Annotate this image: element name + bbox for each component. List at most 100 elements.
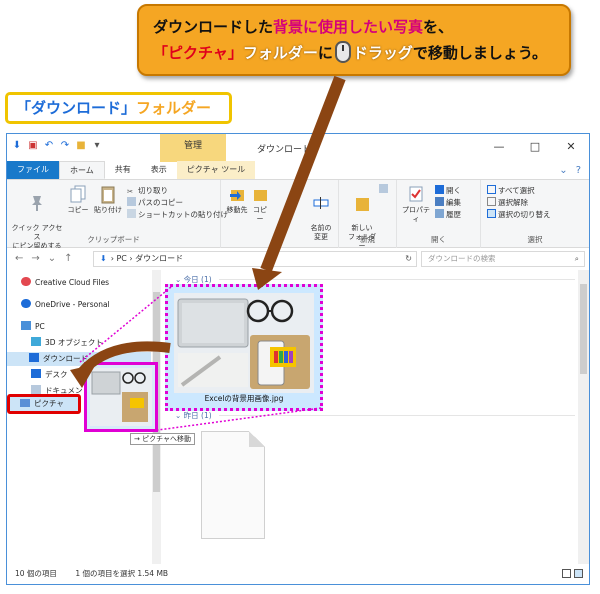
new-item-button[interactable] <box>379 184 390 196</box>
ribbon-right-controls: ⌄ ? <box>559 162 589 179</box>
photo-thumbnail <box>174 293 314 393</box>
scissors-icon: ✂ <box>127 187 134 196</box>
edit-button[interactable]: 編集 <box>435 197 461 209</box>
new-item-icon <box>379 184 388 193</box>
properties-label: プロパティ <box>402 206 430 223</box>
nav-label: OneDrive - Personal <box>35 300 110 309</box>
pin-icon <box>28 193 46 213</box>
nav-item-pictures[interactable]: ピクチャ <box>7 394 81 414</box>
drag-tooltip: → ピクチャへ移動 <box>130 433 196 445</box>
close-button[interactable]: ✕ <box>553 134 589 162</box>
ribbon-tabs: ファイル ホーム 共有 表示 ピクチャ ツール ⌄ ? <box>7 161 589 180</box>
pictures-icon <box>20 399 30 407</box>
chevron-down-icon[interactable]: ▾ <box>91 140 103 151</box>
nav-item-onedrive[interactable]: OneDrive - Personal <box>21 298 110 312</box>
invert-selection-icon <box>487 209 496 218</box>
tab-home[interactable]: ホーム <box>59 161 105 179</box>
group-label-new: 新規 <box>360 235 375 244</box>
forward-icon[interactable]: → <box>31 253 39 264</box>
large-icons-view-icon[interactable] <box>574 569 583 578</box>
up-icon[interactable]: ↑ <box>64 253 72 264</box>
selected-image-file[interactable]: Excelの背景用画像.jpg <box>165 284 323 411</box>
drag-ghost-preview <box>84 362 158 432</box>
mouse-icon <box>334 41 351 63</box>
copy-to-button[interactable]: コピー <box>251 184 269 224</box>
open-label: 開く <box>446 186 461 195</box>
item-count: 10 個の項目 <box>15 569 57 578</box>
drag-thumbnail <box>90 368 152 426</box>
search-icon: ⌕ <box>574 254 579 263</box>
tab-view[interactable]: 表示 <box>141 161 177 179</box>
folder-icon[interactable]: ■ <box>75 140 87 151</box>
nav-label: ダウンロード <box>43 354 88 363</box>
status-bar: 10 個の項目 1 個の項目を選択 1.54 MB <box>7 564 589 584</box>
callout-text: ダウンロードした <box>153 18 274 36</box>
folder-caption-word: フォルダー <box>136 99 212 117</box>
nav-label: ピクチャ <box>34 399 64 408</box>
select-none-label: 選択解除 <box>498 198 528 207</box>
address-path-text: › PC › ダウンロード <box>110 254 184 263</box>
undo-icon[interactable]: ↶ <box>43 140 55 151</box>
folder-caption: 「ダウンロード」フォルダー <box>5 92 232 124</box>
refresh-icon[interactable]: ↻ <box>405 252 412 266</box>
rename-button[interactable]: 名前の 変更 <box>307 184 335 242</box>
select-all-button[interactable]: すべて選択 <box>487 185 535 197</box>
paste-shortcut-button[interactable]: ショートカットの貼り付け <box>127 209 228 221</box>
desktop-icon <box>31 369 41 378</box>
edit-label: 編集 <box>446 198 461 207</box>
file-name: Excelの背景用画像.jpg <box>204 394 284 403</box>
open-button[interactable]: 開く <box>435 185 461 197</box>
maximize-button[interactable]: □ <box>517 134 553 162</box>
invert-selection-label: 選択の切り替え <box>498 210 551 219</box>
content-scroll-thumb[interactable] <box>580 284 587 374</box>
callout-highlight: ドラッグ <box>352 44 413 62</box>
properties-button[interactable]: プロパティ <box>401 184 431 224</box>
tab-share[interactable]: 共有 <box>105 161 141 179</box>
move-to-button[interactable]: 移動先 <box>225 184 249 215</box>
paste-button[interactable]: 貼り付け <box>93 184 123 215</box>
callout-line-2: 「ピクチャ」フォルダーに ドラッグで移動しましょう。 <box>153 40 559 66</box>
properties-icon[interactable]: ▣ <box>27 140 39 151</box>
nav-item-desktop[interactable]: デスク <box>31 368 68 382</box>
chevron-down-icon[interactable]: ⌄ <box>48 253 56 264</box>
tab-file[interactable]: ファイル <box>7 161 59 179</box>
details-view-icon[interactable] <box>562 569 571 578</box>
folder-caption-quote: 「ダウンロード」 <box>16 99 137 117</box>
nav-item-pc[interactable]: PC <box>21 320 45 334</box>
select-none-button[interactable]: 選択解除 <box>487 197 528 209</box>
copy-path-button[interactable]: パスのコピー <box>127 197 183 209</box>
down-arrow-icon[interactable]: ⬇ <box>11 140 23 151</box>
select-none-icon <box>487 197 496 206</box>
open-icon <box>435 185 444 194</box>
copy-folder-icon <box>251 184 269 204</box>
quick-access-toolbar: ⬇ ▣ ↶ ↷ ■ ▾ <box>11 140 103 151</box>
callout-line-1: ダウンロードした背景に使用したい写真を、 <box>153 14 559 40</box>
downloads-icon <box>29 353 39 362</box>
back-icon[interactable]: ← <box>15 253 23 264</box>
history-button[interactable]: 履歴 <box>435 209 461 221</box>
minimize-button[interactable]: — <box>481 134 517 162</box>
group-select: すべて選択 選択解除 選択の切り替え 選択 <box>481 180 589 248</box>
tab-picture-tools[interactable]: ピクチャ ツール <box>176 161 256 179</box>
invert-selection-button[interactable]: 選択の切り替え <box>487 209 551 221</box>
chevron-down-icon[interactable]: ⌄ <box>559 162 567 179</box>
copy-button[interactable]: コピー <box>67 184 89 215</box>
address-path[interactable]: ⬇ › PC › ダウンロード ↻ <box>93 251 417 267</box>
group-label-clipboard: クリップボード <box>87 235 140 244</box>
new-folder-icon <box>353 193 371 213</box>
help-icon[interactable]: ? <box>576 162 581 179</box>
content-scrollbar[interactable] <box>578 270 589 564</box>
nav-label: デスク <box>45 370 68 379</box>
group-title: 昨日 (1) <box>183 411 212 420</box>
cut-button[interactable]: ✂ 切り取り <box>127 185 168 197</box>
file-icon-document[interactable] <box>201 431 265 539</box>
group-header-earlier[interactable]: ⌄ 昨日 (1) <box>175 410 212 421</box>
context-tab-manage[interactable]: 管理 <box>160 134 226 162</box>
nav-item-creative-cloud[interactable]: Creative Cloud Files <box>21 276 109 290</box>
group-label-select: 選択 <box>527 235 543 244</box>
view-toggles <box>562 569 583 578</box>
redo-icon[interactable]: ↷ <box>59 140 71 151</box>
search-input[interactable]: ダウンロードの検索 ⌕ <box>421 251 585 267</box>
path-icon <box>127 197 136 206</box>
nav-item-3d-objects[interactable]: 3D オブジェクト <box>31 336 103 350</box>
